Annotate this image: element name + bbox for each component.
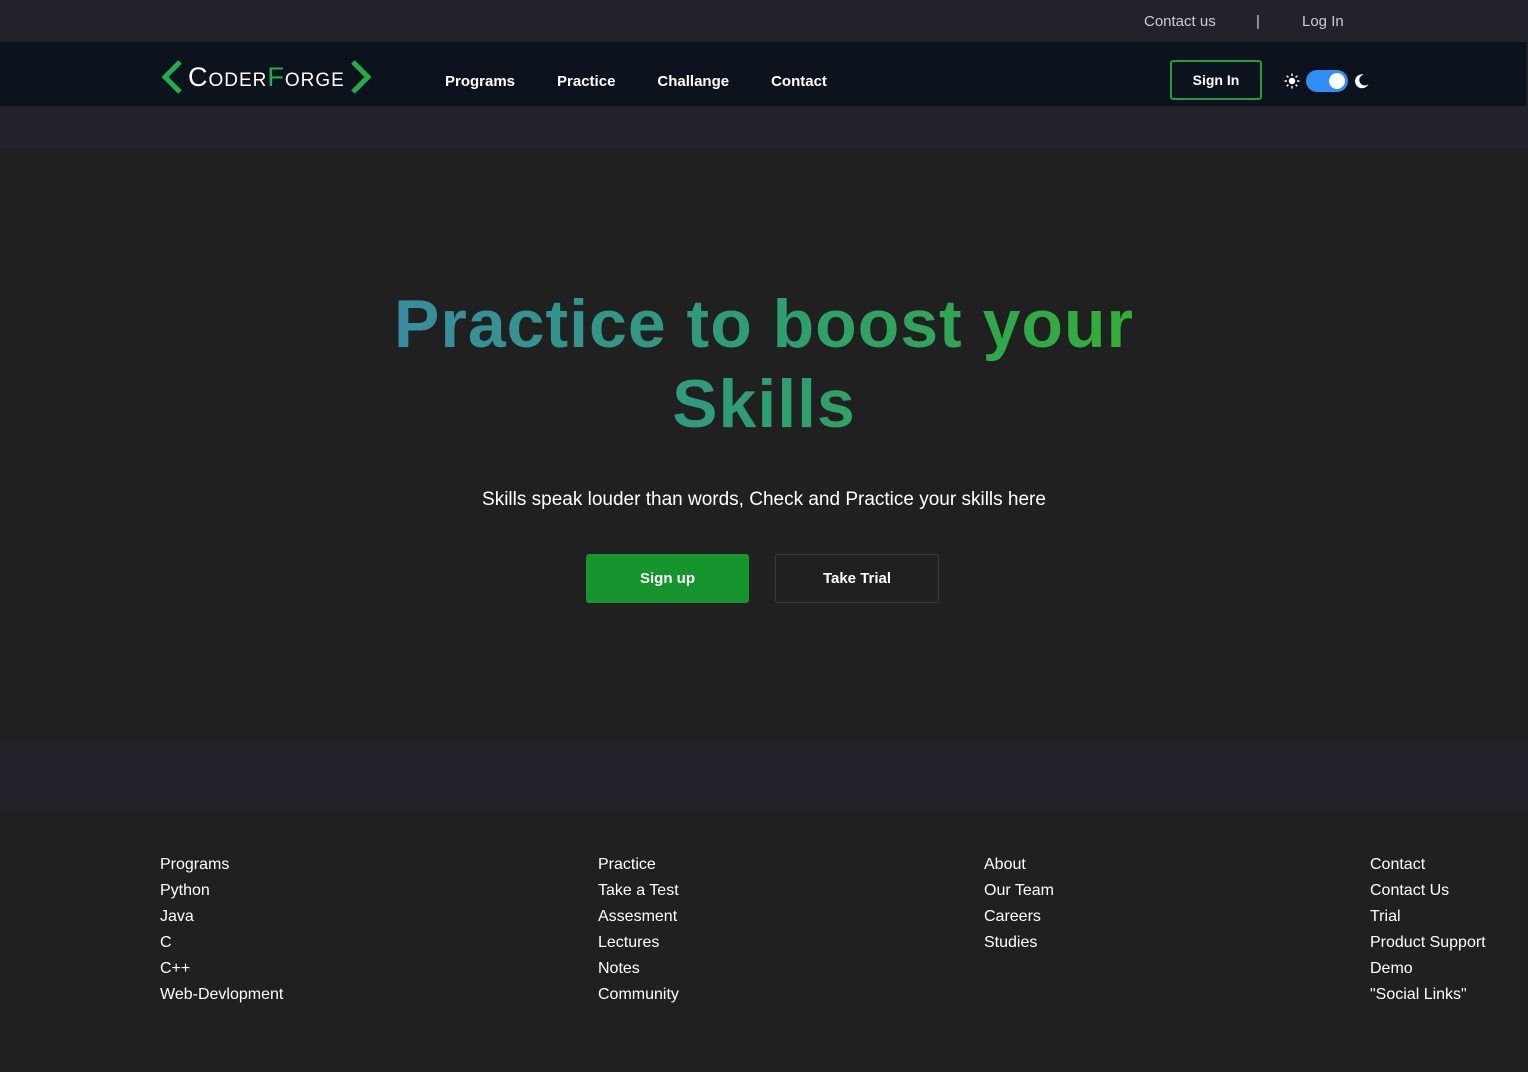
footer-link[interactable]: Product Support [1370, 930, 1486, 956]
footer-link[interactable]: Studies [984, 930, 1054, 956]
sign-in-button[interactable]: Sign In [1170, 60, 1262, 100]
nav-challange[interactable]: Challange [657, 73, 729, 90]
hero-subtitle: Skills speak louder than words, Check an… [482, 489, 1046, 510]
nav-links: Programs Practice Challange Contact [445, 73, 869, 90]
footer-link[interactable]: C [160, 930, 283, 956]
theme-toggle[interactable] [1306, 70, 1348, 92]
footer-link[interactable]: Our Team [984, 878, 1054, 904]
site-footer: Programs Python Java C C++ Web-Devlopmen… [0, 810, 1528, 1072]
header-spacer-band [0, 106, 1528, 148]
footer-link[interactable]: Contact Us [1370, 878, 1486, 904]
footer-column-practice: Practice Take a Test Assesment Lectures … [598, 852, 679, 1008]
right-chevron-icon [351, 60, 372, 94]
top-utility-bar: Contact us | Log In [0, 0, 1528, 42]
footer-spacer-band [0, 742, 1528, 810]
brand-name: CoderForge [188, 61, 345, 92]
contact-us-link[interactable]: Contact us [1144, 13, 1216, 30]
topbar-separator: | [1256, 13, 1260, 30]
footer-column-contact: Contact Contact Us Trial Product Support… [1370, 852, 1486, 1008]
footer-heading[interactable]: About [984, 852, 1054, 878]
brand-logo[interactable]: CoderForge [160, 60, 373, 94]
footer-heading[interactable]: Programs [160, 852, 283, 878]
footer-heading[interactable]: Practice [598, 852, 679, 878]
footer-heading[interactable]: Contact [1370, 852, 1486, 878]
footer-column-about: About Our Team Careers Studies [984, 852, 1054, 956]
footer-link[interactable]: Assesment [598, 904, 679, 930]
log-in-link[interactable]: Log In [1302, 13, 1344, 30]
hero-title: Practice to boost your Skills [0, 284, 1528, 444]
footer-link[interactable]: C++ [160, 956, 283, 982]
footer-link[interactable]: Web-Devlopment [160, 982, 283, 1008]
nav-contact[interactable]: Contact [771, 73, 827, 90]
nav-practice[interactable]: Practice [557, 73, 615, 90]
nav-programs[interactable]: Programs [445, 73, 515, 90]
footer-link[interactable]: Java [160, 904, 283, 930]
footer-link[interactable]: Notes [598, 956, 679, 982]
hero-section: Practice to boost your Skills Skills spe… [0, 148, 1528, 742]
footer-link[interactable]: Community [598, 982, 679, 1008]
moon-icon [1355, 74, 1369, 89]
footer-link[interactable]: Take a Test [598, 878, 679, 904]
footer-column-programs: Programs Python Java C C++ Web-Devlopmen… [160, 852, 283, 1008]
main-navbar: CoderForge Programs Practice Challange C… [0, 42, 1526, 106]
footer-link[interactable]: Careers [984, 904, 1054, 930]
footer-link[interactable]: Demo [1370, 956, 1486, 982]
left-chevron-icon [161, 60, 182, 94]
footer-link[interactable]: "Social Links" [1370, 982, 1486, 1008]
footer-link[interactable]: Lectures [598, 930, 679, 956]
sun-icon [1284, 73, 1300, 89]
footer-link[interactable]: Python [160, 878, 283, 904]
take-trial-button[interactable]: Take Trial [775, 554, 939, 603]
footer-link[interactable]: Trial [1370, 904, 1486, 930]
theme-switcher [1284, 70, 1370, 92]
sign-up-button[interactable]: Sign up [586, 554, 749, 603]
